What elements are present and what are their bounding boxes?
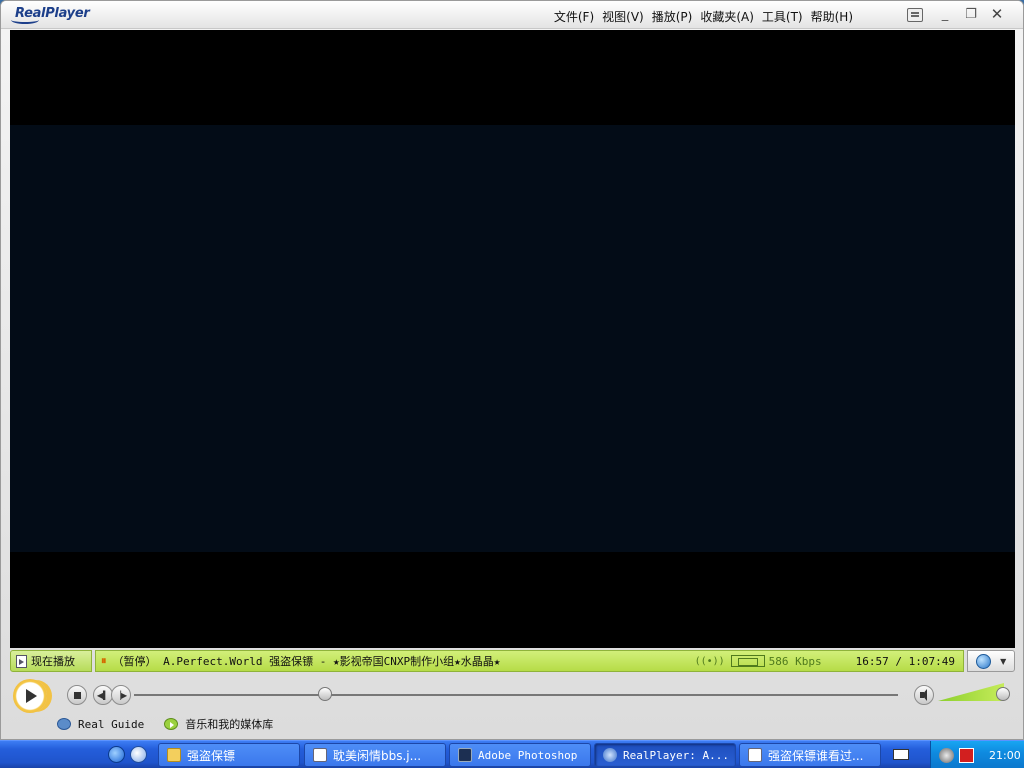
logo-swoosh: [11, 16, 39, 24]
real-guide-link[interactable]: Real Guide: [57, 718, 144, 731]
real-guide-icon: [57, 718, 71, 730]
menu-file[interactable]: 文件(F): [554, 8, 594, 25]
time-readout: 16:57 / 1:07:49: [855, 654, 955, 668]
now-playing-label: 现在播放: [31, 655, 75, 668]
task-label: Adobe Photoshop: [478, 748, 578, 762]
clock[interactable]: 21:00: [989, 749, 1021, 762]
show-desktop-icon[interactable]: [130, 746, 147, 763]
play-button[interactable]: [13, 679, 47, 713]
transport-controls: ◀▍ ▕▶: [10, 677, 1015, 713]
close-button[interactable]: ✕: [989, 5, 1005, 23]
media-library-icon: [164, 718, 179, 730]
menu-tools[interactable]: 工具(T): [762, 8, 803, 25]
video-area[interactable]: [10, 30, 1015, 648]
menu-play[interactable]: 播放(P): [652, 8, 693, 25]
clip-title: （暂停） A.Perfect.World 强盗保镖 - ★影视帝国CNXP制作小…: [113, 653, 695, 669]
folder-icon: [167, 748, 181, 762]
task-label: 强盗保镖: [187, 748, 236, 763]
restore-button[interactable]: ❐: [963, 6, 979, 22]
play-state: （暂停）: [112, 655, 157, 668]
volume-slider[interactable]: [938, 683, 1004, 701]
task-label: RealPlayer: A...: [623, 748, 729, 762]
task-label: 强盗保镖谁看过...: [768, 748, 864, 763]
taskbar-item-forum[interactable]: 耽美闲情bbs.j...: [304, 743, 446, 767]
now-playing-icon: [16, 654, 27, 668]
clip-info-strip: ⏸ （暂停） A.Perfect.World 强盗保镖 - ★影视帝国CNXP制…: [95, 650, 964, 672]
status-bar: 现在播放 ⏸ （暂停） A.Perfect.World 强盗保镖 - ★影视帝国…: [10, 650, 1015, 672]
globe-icon: [975, 653, 991, 669]
bitrate-readout: 586 Kbps: [768, 654, 822, 668]
mute-button[interactable]: [914, 685, 934, 705]
taskbar-item-folder[interactable]: 强盗保镖: [158, 743, 300, 767]
realplayer-tray-icon[interactable]: [939, 747, 954, 763]
keyboard-icon[interactable]: [893, 749, 909, 760]
bandwidth-icon: [730, 655, 765, 667]
real-guide-label: Real Guide: [78, 717, 145, 731]
title-bar[interactable]: RealPlayer 文件(F) 视图(V) 播放(P) 收藏夹(A) 工具(T…: [1, 1, 1023, 29]
signal-icon: ((•)): [694, 655, 725, 667]
task-label: 耽美闲情bbs.j...: [333, 748, 422, 763]
toolbar-mode-icon[interactable]: [907, 8, 923, 22]
realplayer-logo: RealPlayer: [11, 6, 90, 24]
minimize-button[interactable]: _: [937, 6, 953, 22]
taskbar-item-photoshop[interactable]: Adobe Photoshop: [449, 743, 591, 767]
media-library-label: 音乐和我的媒体库: [185, 718, 274, 731]
previous-button[interactable]: ◀▍: [93, 685, 113, 705]
seek-thumb[interactable]: [318, 687, 332, 701]
taskbar: 强盗保镖 耽美闲情bbs.j... Adobe Photoshop RealPl…: [0, 740, 1024, 768]
media-library-link[interactable]: 音乐和我的媒体库: [164, 716, 273, 732]
clip-name: A.Perfect.World 强盗保镖 - ★影视帝国CNXP制作小组★水晶晶…: [163, 655, 501, 668]
volume-thumb[interactable]: [996, 687, 1010, 701]
quick-launch: [108, 746, 147, 763]
taskbar-item-realplayer[interactable]: RealPlayer: A...: [594, 743, 736, 767]
menu-favorites[interactable]: 收藏夹(A): [700, 8, 754, 25]
chevron-down-icon: ▼: [1000, 656, 1007, 666]
stop-button[interactable]: [67, 685, 87, 705]
input-method-icon[interactable]: [959, 747, 974, 763]
document-icon: [313, 748, 327, 762]
internet-explorer-icon[interactable]: [108, 746, 125, 763]
realplayer-window: RealPlayer 文件(F) 视图(V) 播放(P) 收藏夹(A) 工具(T…: [0, 0, 1024, 740]
window-controls: _ ❐ ✕: [937, 5, 1005, 23]
next-button[interactable]: ▕▶: [111, 685, 131, 705]
pause-icon: ⏸: [101, 654, 107, 667]
menu-help[interactable]: 帮助(H): [811, 8, 853, 25]
menu-bar: 文件(F) 视图(V) 播放(P) 收藏夹(A) 工具(T) 帮助(H): [554, 8, 853, 25]
photoshop-icon: [458, 748, 472, 762]
document-icon: [748, 748, 762, 762]
taskbar-item-browser[interactable]: 强盗保镖谁看过...: [739, 743, 881, 767]
menu-view[interactable]: 视图(V): [602, 8, 644, 25]
seek-track[interactable]: [134, 694, 898, 696]
system-tray: 21:00: [930, 741, 1024, 768]
video-frame: [10, 125, 1015, 552]
bottom-links: Real Guide 音乐和我的媒体库: [57, 715, 273, 733]
real-guide-dropdown[interactable]: ▼: [967, 650, 1015, 672]
now-playing-tab[interactable]: 现在播放: [10, 650, 92, 672]
realplayer-icon: [603, 748, 617, 762]
